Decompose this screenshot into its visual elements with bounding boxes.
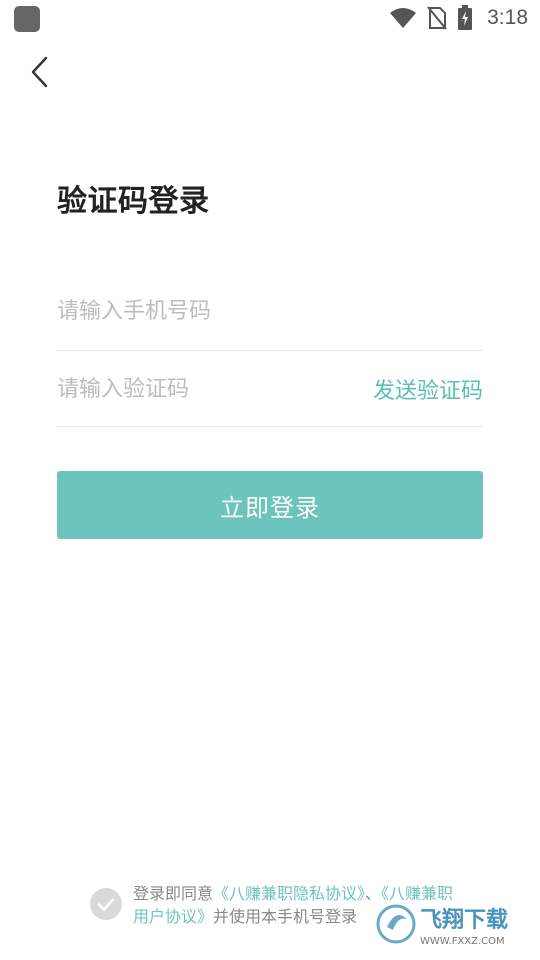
watermark-logo: 飞翔下载 WWW.FXXZ.COM — [376, 904, 508, 947]
phone-field — [57, 272, 483, 351]
phone-input[interactable] — [57, 272, 357, 350]
send-code-button[interactable]: 发送验证码 — [373, 352, 483, 426]
no-sim-icon — [427, 6, 447, 30]
status-bar: 3:18 — [0, 0, 540, 36]
watermark-url: WWW.FXXZ.COM — [420, 936, 505, 947]
back-button[interactable] — [22, 54, 58, 90]
agree-checkbox-icon[interactable] — [90, 888, 122, 920]
app-notification-icon — [14, 6, 40, 32]
page-title: 验证码登录 — [57, 184, 210, 219]
battery-charging-icon — [458, 5, 473, 30]
agreement-prefix: 登录即同意 — [133, 884, 214, 903]
login-button[interactable]: 立即登录 — [57, 471, 483, 539]
login-screen: 3:18 验证码登录 发送验证码 立即登录 登录即同意《八赚兼职隐私协议》、《八… — [0, 0, 540, 960]
site-watermark: 飞翔下载 WWW.FXXZ.COM — [376, 900, 528, 948]
wifi-icon — [390, 8, 417, 28]
status-icons: 3:18 — [389, 4, 528, 32]
verification-code-input[interactable] — [57, 352, 357, 426]
agreement-suffix: 并使用本手机号登录 — [213, 907, 358, 926]
code-field: 发送验证码 — [57, 352, 483, 427]
clock-time: 3:18 — [487, 6, 528, 29]
privacy-agreement-link[interactable]: 《八赚兼职隐私协议》 — [213, 884, 365, 903]
chevron-left-icon — [31, 56, 48, 88]
watermark-logo-text: 飞翔下载 — [420, 907, 508, 933]
